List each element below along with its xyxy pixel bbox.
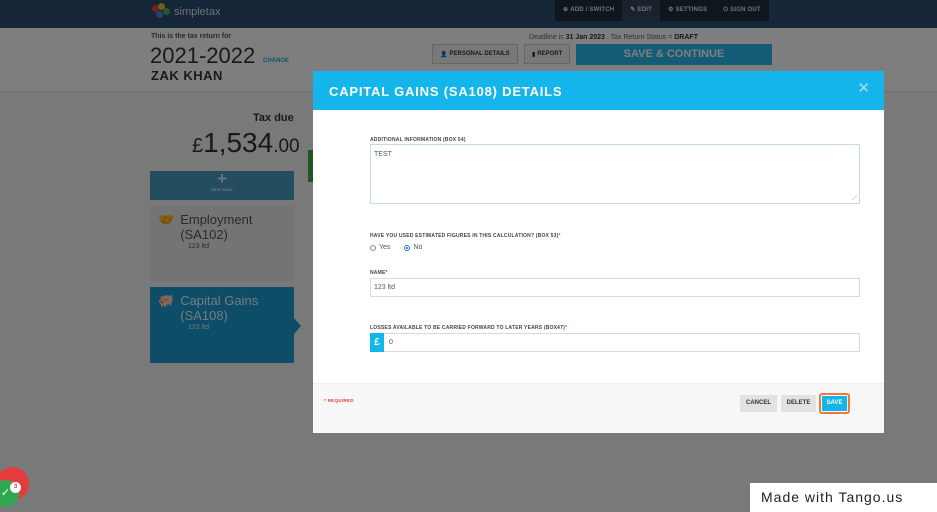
additional-info-value: TEST <box>374 151 392 158</box>
name-input[interactable]: 123 ltd <box>370 278 860 297</box>
estimated-figures-label: HAVE YOU USED ESTIMATED FIGURES IN THIS … <box>370 233 561 239</box>
pound-currency-icon: £ <box>370 333 384 352</box>
additional-info-label: ADDITIONAL INFORMATION (BOX 54) <box>370 137 466 143</box>
losses-input[interactable]: 0 <box>370 333 860 352</box>
save-button-highlight: SAVE <box>819 393 850 414</box>
losses-label-text: LOSSES AVAILABLE TO BE CARRIED FORWARD T… <box>370 325 565 331</box>
required-note: * REQUIRED <box>324 398 354 403</box>
modal-header: CAPITAL GAINS (SA108) DETAILS ✕ <box>313 71 884 110</box>
modal-title: CAPITAL GAINS (SA108) DETAILS <box>329 84 563 99</box>
estimated-figures-text: HAVE YOU USED ESTIMATED FIGURES IN THIS … <box>370 233 559 239</box>
notification-count-badge: 3 <box>10 482 21 493</box>
cancel-button[interactable]: CANCEL <box>740 395 777 412</box>
capital-gains-details-modal: CAPITAL GAINS (SA108) DETAILS ✕ ADDITION… <box>313 71 884 433</box>
radio-label: No <box>413 244 423 251</box>
tango-watermark[interactable]: Made with Tango.us <box>750 483 937 512</box>
radio-label: Yes <box>379 244 391 251</box>
losses-label: LOSSES AVAILABLE TO BE CARRIED FORWARD T… <box>370 325 567 331</box>
radio-unchecked-icon <box>370 244 376 251</box>
close-icon[interactable]: ✕ <box>857 79 870 97</box>
modal-footer: * REQUIRED CANCEL DELETE SAVE <box>313 383 884 433</box>
save-button[interactable]: SAVE <box>822 396 847 411</box>
resize-grip-icon[interactable]: ⟋ <box>852 195 857 202</box>
required-star: * <box>385 270 388 276</box>
name-label: NAME* <box>370 270 388 276</box>
required-star: * <box>558 233 561 239</box>
required-star: * <box>565 325 568 331</box>
estimated-figures-radio-group: Yes No <box>370 244 422 251</box>
delete-button[interactable]: DELETE <box>781 395 816 412</box>
name-label-text: NAME <box>370 270 386 276</box>
radio-checked-icon <box>404 244 411 251</box>
additional-info-textarea[interactable]: TEST ⟋ <box>370 144 860 204</box>
radio-no[interactable]: No <box>404 244 422 251</box>
radio-yes[interactable]: Yes <box>370 244 390 251</box>
